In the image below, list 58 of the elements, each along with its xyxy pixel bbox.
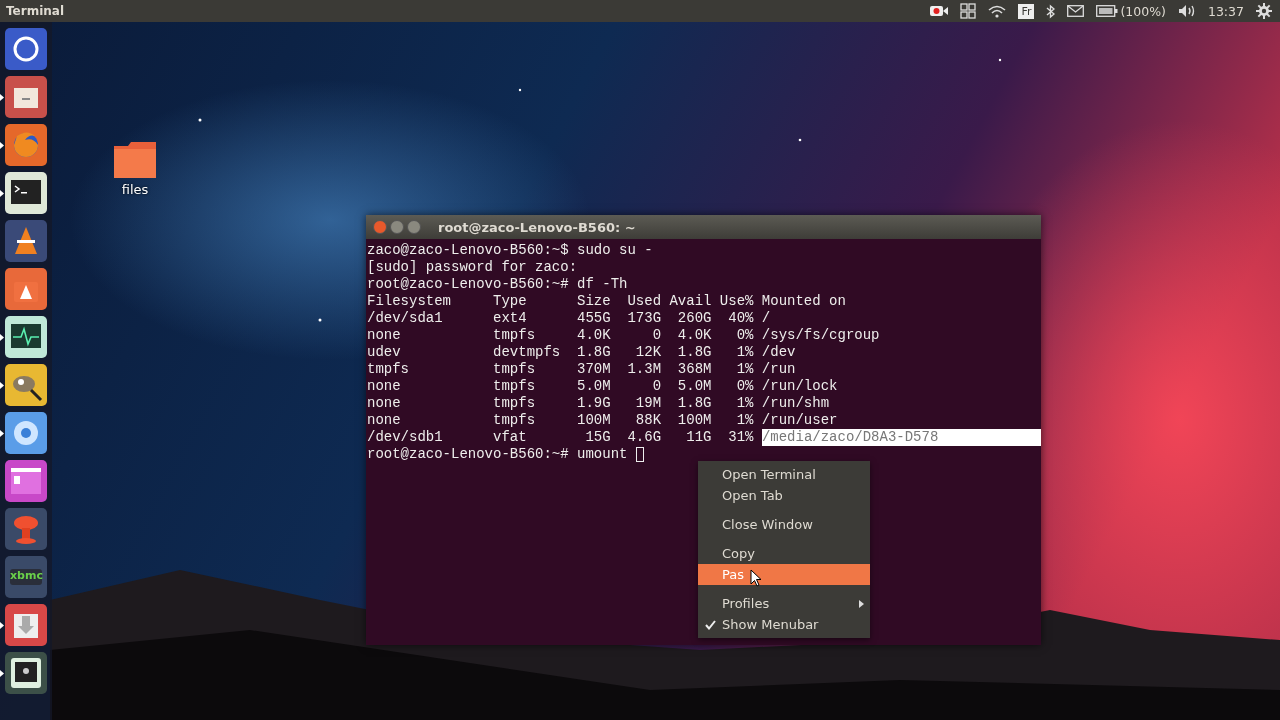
minimize-button[interactable] bbox=[390, 220, 404, 234]
media-center-icon[interactable] bbox=[5, 556, 47, 598]
clock[interactable]: 13:37 bbox=[1207, 3, 1244, 19]
dash-logo-icon[interactable] bbox=[5, 28, 47, 70]
mushroom-cloud-icon[interactable] bbox=[5, 508, 47, 550]
camera-record-icon[interactable] bbox=[930, 5, 949, 17]
terminal-line: tmpfs tmpfs 370M 1.3M 368M 1% /run bbox=[367, 361, 796, 378]
pulse-monitor-icon[interactable] bbox=[5, 316, 47, 358]
mail-icon[interactable] bbox=[1067, 5, 1085, 17]
terminal-line: none tmpfs 1.9G 19M 1.8G 1% /run/shm bbox=[367, 395, 830, 412]
wifi-icon[interactable] bbox=[988, 4, 1007, 18]
selected-text: /media/zaco/D8A3-D578 bbox=[761, 429, 1041, 446]
download-icon[interactable] bbox=[5, 604, 47, 646]
menu-item[interactable]: Open Terminal bbox=[698, 464, 870, 485]
menu-item[interactable]: Close Window bbox=[698, 514, 870, 535]
settings-icon[interactable] bbox=[1256, 3, 1272, 19]
terminal-line: Filesystem Type Size Used Avail Use% Mounted on bbox=[367, 293, 846, 310]
menu-item-label: Open Tab bbox=[722, 488, 783, 503]
terminal-line: none tmpfs 100M 88K 100M 1% /run/user bbox=[367, 412, 838, 429]
terminal-line: none tmpfs 4.0K 0 4.0K 0% /sys/fs/cgroup bbox=[367, 327, 880, 344]
app-title: Terminal bbox=[6, 4, 65, 18]
close-button[interactable] bbox=[373, 220, 387, 234]
terminal-line: [sudo] password for zaco: bbox=[367, 259, 578, 276]
menu-item-label: Open Terminal bbox=[722, 467, 816, 482]
terminal-line: /dev/sda1 ext4 455G 173G 260G 40% / bbox=[367, 310, 771, 327]
app-logo-text: xbmc bbox=[10, 569, 43, 582]
terminal-line: root@zaco-Lenovo-B560:~# df -Th bbox=[367, 276, 628, 293]
menu-item-label: Close Window bbox=[722, 517, 813, 532]
traffic-cone-icon[interactable] bbox=[5, 220, 47, 262]
keyboard-layout[interactable]: Fr bbox=[1018, 3, 1035, 19]
volume-icon[interactable] bbox=[1177, 4, 1196, 18]
fox-globe-icon[interactable] bbox=[5, 124, 47, 166]
drawer-icon[interactable] bbox=[5, 76, 47, 118]
folder-icon[interactable] bbox=[113, 142, 157, 178]
grid-icon[interactable] bbox=[960, 3, 977, 19]
menu-item-label: Profiles bbox=[722, 596, 770, 611]
window-icon[interactable] bbox=[5, 460, 47, 502]
window-title: root@zaco-Lenovo-B560: ~ bbox=[438, 219, 636, 235]
terminal-line: udev devtmpfs 1.8G 12K 1.8G 1% /dev bbox=[367, 344, 796, 361]
terminal-line: zaco@zaco-Lenovo-B560:~$ sudo su - bbox=[367, 242, 653, 259]
terminal-line: root@zaco-Lenovo-B560:~# umount bbox=[367, 446, 629, 463]
terminal-line: /dev/sdb1 vfat 15G 4.6G 11G 31% bbox=[367, 429, 755, 446]
menu-item-label: Pas bbox=[722, 567, 744, 582]
menu-item-label: Copy bbox=[722, 546, 755, 561]
menu-item[interactable]: Show Menubar bbox=[698, 614, 870, 635]
terminal-icon[interactable] bbox=[5, 172, 47, 214]
menu-item[interactable]: Open Tab bbox=[698, 485, 870, 506]
battery-icon[interactable] bbox=[1096, 5, 1119, 17]
menu-item[interactable]: Profiles bbox=[698, 593, 870, 614]
folder-label[interactable]: files bbox=[121, 182, 149, 197]
mouse-pointer-icon bbox=[750, 569, 762, 587]
battery-percent[interactable]: (100%) bbox=[1120, 3, 1166, 19]
maximize-button[interactable] bbox=[407, 220, 421, 234]
terminal-line: none tmpfs 5.0M 0 5.0M 0% /run/lock bbox=[367, 378, 838, 395]
bluetooth-icon[interactable] bbox=[1046, 3, 1056, 19]
menu-item-label: Show Menubar bbox=[722, 617, 819, 632]
menu-item[interactable]: Copy bbox=[698, 543, 870, 564]
submenu-arrow-icon bbox=[859, 599, 864, 608]
